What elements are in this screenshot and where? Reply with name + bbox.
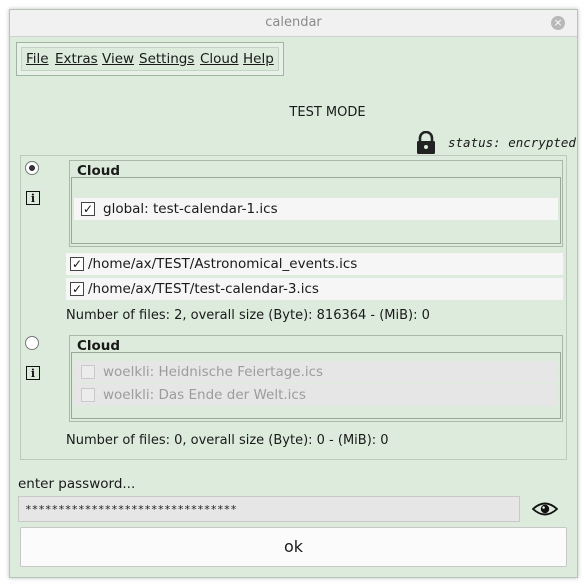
group2-cloud-file-row-2: woelkli: Das Ende der Welt.ics — [74, 384, 558, 406]
local-file-label-2: /home/ax/TEST/test-calendar-3.ics — [88, 281, 319, 297]
status-text: status: encrypted — [448, 135, 576, 150]
menu-cloud[interactable]: Cloud — [200, 51, 239, 67]
password-label: enter password... — [18, 476, 136, 492]
group2-cloud-file-checkbox-2 — [81, 388, 95, 402]
menu-file[interactable]: File — [26, 51, 49, 67]
ok-button[interactable]: ok — [20, 527, 567, 567]
calendar-group-frame: i Cloud ✓ global: test-calendar-1.ics ✓ … — [20, 155, 567, 460]
local-file-label-1: /home/ax/TEST/Astronomical_events.ics — [88, 256, 358, 272]
menu-view[interactable]: View — [102, 51, 134, 67]
menu-settings-label: Settings — [139, 51, 195, 67]
group2-cloud-file-label-1: woelkli: Heidnische Feiertage.ics — [103, 364, 324, 380]
group2-cloud-file-row-1: woelkli: Heidnische Feiertage.ics — [74, 361, 558, 383]
group2-cloud-list: woelkli: Heidnische Feiertage.ics woelkl… — [71, 352, 561, 419]
local-file-checkbox-1[interactable]: ✓ — [70, 257, 84, 271]
group2-cloud-file-checkbox-1 — [81, 365, 95, 379]
menu-extras-label: Extras — [55, 51, 98, 67]
menu-help-label: Help — [243, 51, 274, 67]
title-bar: calendar × — [10, 10, 577, 37]
group1-cloud-box: Cloud ✓ global: test-calendar-1.ics — [69, 160, 563, 247]
local-file-row-1[interactable]: ✓ /home/ax/TEST/Astronomical_events.ics — [66, 253, 563, 275]
calendar-window: calendar × File Extras View Settings Clo… — [9, 9, 578, 578]
menubar-frame: File Extras View Settings Cloud Help — [16, 42, 284, 76]
group2-cloud-file-label-2: woelkli: Das Ende der Welt.ics — [103, 387, 306, 403]
menu-file-label: File — [26, 51, 49, 67]
menubar: File Extras View Settings Cloud Help — [21, 47, 279, 71]
password-input[interactable]: ******************************** — [18, 496, 520, 522]
local-file-row-2[interactable]: ✓ /home/ax/TEST/test-calendar-3.ics — [66, 278, 563, 300]
menu-cloud-label: Cloud — [200, 51, 239, 67]
menu-help[interactable]: Help — [243, 51, 274, 67]
local-file-checkbox-2[interactable]: ✓ — [70, 282, 84, 296]
group1-summary: Number of files: 2, overall size (Byte):… — [66, 308, 430, 323]
group1-cloud-file-row[interactable]: ✓ global: test-calendar-1.ics — [74, 198, 558, 220]
test-mode-label: TEST MODE — [289, 105, 366, 120]
group1-radio[interactable] — [25, 161, 39, 175]
window-title: calendar — [265, 15, 322, 30]
menu-view-label: View — [102, 51, 135, 67]
menu-extras[interactable]: Extras — [55, 51, 98, 67]
group1-cloud-list: ✓ global: test-calendar-1.ics — [71, 177, 561, 244]
group1-cloud-file-label: global: test-calendar-1.ics — [103, 201, 278, 217]
lock-icon — [417, 131, 435, 154]
eye-icon[interactable] — [532, 501, 558, 517]
menu-settings[interactable]: Settings — [139, 51, 194, 67]
group2-summary: Number of files: 0, overall size (Byte):… — [66, 433, 389, 448]
group2-info-icon[interactable]: i — [26, 366, 40, 380]
group1-cloud-file-checkbox[interactable]: ✓ — [81, 202, 95, 216]
group2-radio[interactable] — [25, 336, 39, 350]
close-button[interactable]: × — [551, 16, 565, 30]
group2-cloud-box: Cloud woelkli: Heidnische Feiertage.ics … — [69, 335, 563, 422]
group1-info-icon[interactable]: i — [26, 191, 40, 205]
